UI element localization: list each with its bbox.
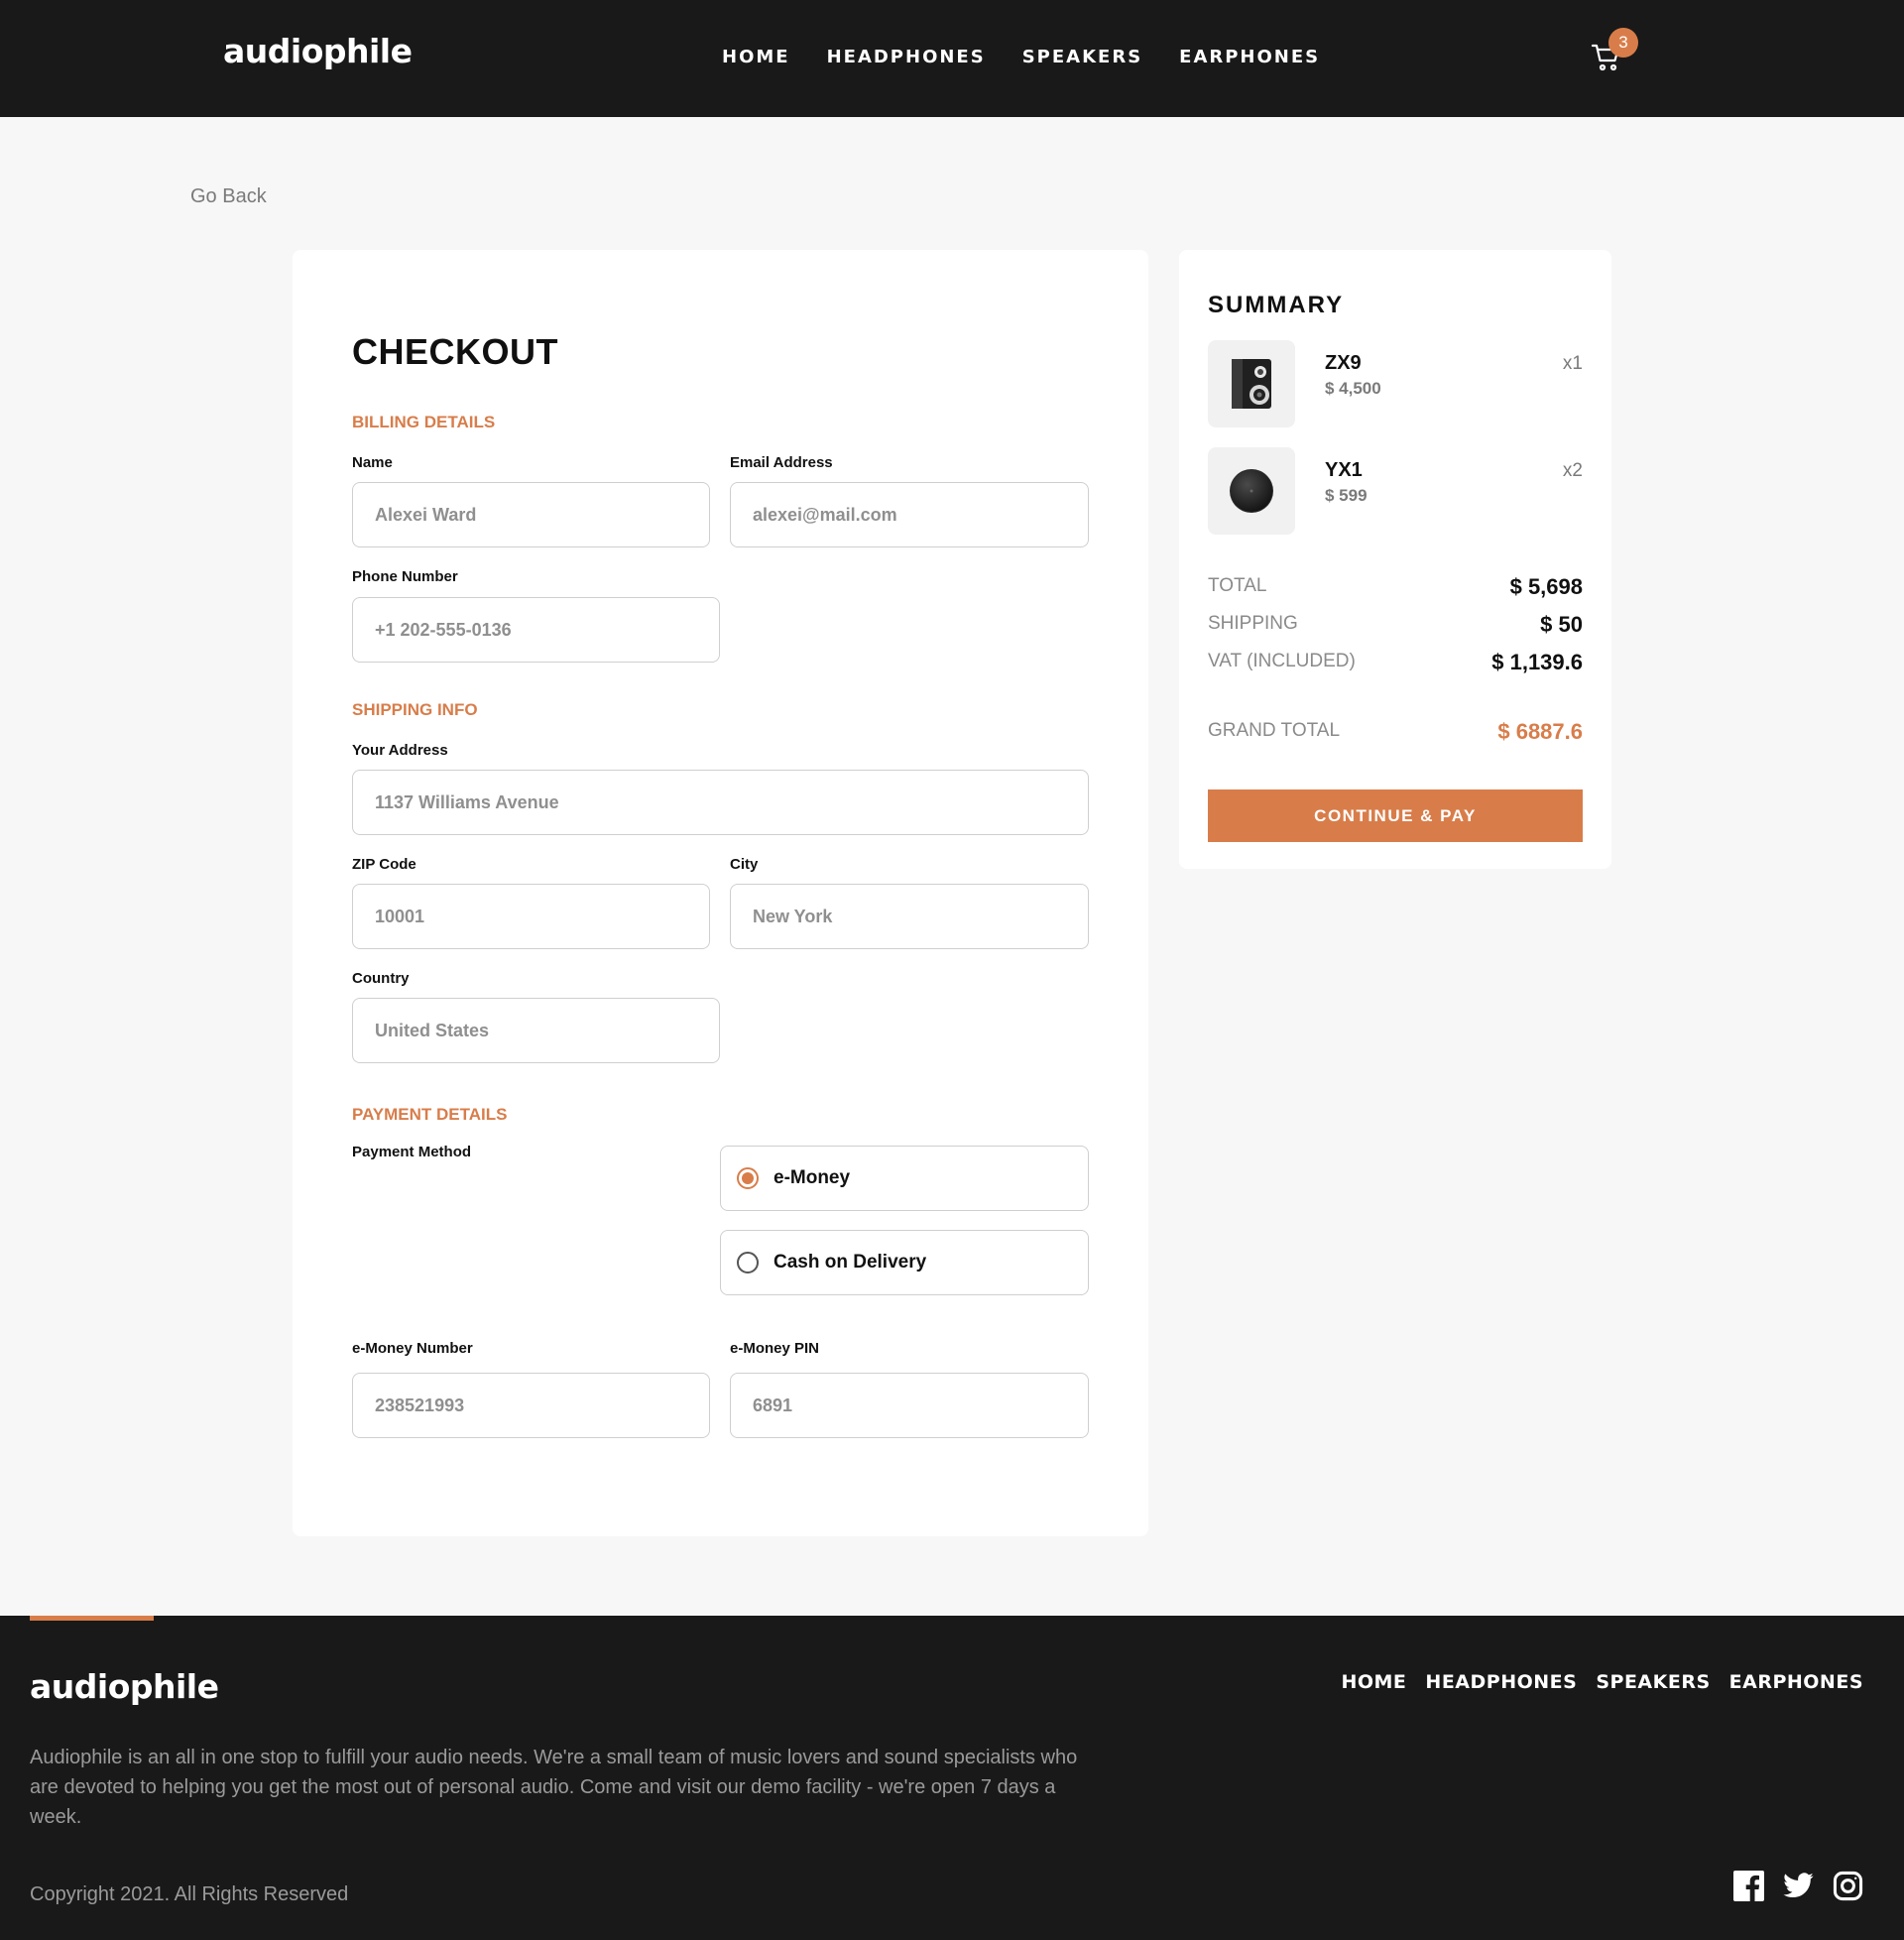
checkout-form: CHECKOUT BILLING DETAILS Name Email Addr…: [293, 250, 1148, 1536]
city-label: City: [730, 856, 759, 873]
zip-label: ZIP Code: [352, 856, 416, 873]
emoney-radio-option[interactable]: e-Money: [720, 1146, 1089, 1211]
nav-headphones[interactable]: HEADPHONES: [827, 47, 986, 67]
phone-input[interactable]: [352, 597, 720, 663]
footer-description: Audiophile is an all in one stop to fulf…: [30, 1747, 1078, 1828]
radio-unselected-icon[interactable]: [737, 1252, 759, 1273]
country-label: Country: [352, 970, 410, 987]
site-header: audiophile HOME HEADPHONES SPEAKERS EARP…: [0, 0, 1904, 117]
nav-speakers[interactable]: SPEAKERS: [1022, 47, 1142, 67]
go-back-link[interactable]: Go Back: [190, 185, 267, 208]
twitter-icon[interactable]: [1782, 1870, 1815, 1902]
summary-item-name: YX1: [1325, 459, 1363, 481]
order-summary: SUMMARY ZX9 $ 4,500 x1 YX1 $ 599 x2 TOTA…: [1179, 250, 1611, 869]
email-input[interactable]: [730, 482, 1089, 547]
grand-total-value: $ 6887.6: [1497, 719, 1583, 744]
vat-value: $ 1,139.6: [1491, 650, 1583, 674]
email-label: Email Address: [730, 454, 833, 471]
emoney-number-label: e-Money Number: [352, 1340, 473, 1357]
footer-nav: HOME HEADPHONES SPEAKERS EARPHONES: [1341, 1671, 1863, 1693]
summary-title: SUMMARY: [1208, 292, 1345, 318]
phone-label: Phone Number: [352, 568, 458, 585]
nav-home[interactable]: HOME: [722, 47, 790, 67]
cod-option-label: Cash on Delivery: [774, 1252, 927, 1273]
social-links: [1732, 1870, 1864, 1902]
total-value: $ 5,698: [1509, 574, 1583, 599]
checkout-title: CHECKOUT: [352, 331, 558, 372]
radio-selected-icon[interactable]: [737, 1167, 759, 1189]
cod-radio-option[interactable]: Cash on Delivery: [720, 1230, 1089, 1295]
total-label: TOTAL: [1208, 575, 1267, 596]
shipping-cost-label: SHIPPING: [1208, 613, 1298, 634]
site-footer: audiophile HOME HEADPHONES SPEAKERS EARP…: [0, 1616, 1904, 1940]
speaker-icon: [1208, 340, 1295, 427]
main-nav: HOME HEADPHONES SPEAKERS EARPHONES: [722, 47, 1357, 67]
facebook-icon[interactable]: [1732, 1870, 1765, 1902]
name-input[interactable]: [352, 482, 710, 547]
shipping-cost-value: $ 50: [1540, 612, 1583, 637]
address-label: Your Address: [352, 742, 448, 759]
address-input[interactable]: [352, 770, 1089, 835]
footer-logo[interactable]: audiophile: [30, 1667, 219, 1706]
earphone-icon: [1208, 447, 1295, 535]
payment-method-label: Payment Method: [352, 1144, 472, 1160]
name-label: Name: [352, 454, 393, 471]
summary-item-price: $ 4,500: [1325, 379, 1381, 398]
summary-item-qty: x2: [1562, 460, 1583, 481]
summary-item-price: $ 599: [1325, 486, 1368, 505]
copyright-text: Copyright 2021. All Rights Reserved: [30, 1883, 349, 1905]
emoney-pin-label: e-Money PIN: [730, 1340, 820, 1357]
nav-earphones[interactable]: EARPHONES: [1179, 47, 1320, 67]
emoney-option-label: e-Money: [774, 1167, 851, 1188]
shipping-section-title: SHIPPING INFO: [352, 700, 478, 719]
vat-label: VAT (INCLUDED): [1208, 651, 1356, 671]
instagram-icon[interactable]: [1832, 1870, 1864, 1902]
footer-nav-headphones[interactable]: HEADPHONES: [1425, 1671, 1577, 1693]
billing-section-title: BILLING DETAILS: [352, 413, 496, 431]
site-logo[interactable]: audiophile: [223, 32, 413, 70]
cart-count-badge: 3: [1608, 28, 1638, 58]
continue-and-pay-button[interactable]: CONTINUE & PAY: [1208, 789, 1583, 842]
summary-item-qty: x1: [1562, 353, 1583, 374]
summary-item-name: ZX9: [1325, 352, 1362, 374]
city-input[interactable]: [730, 884, 1089, 949]
country-input[interactable]: [352, 998, 720, 1063]
emoney-pin-input[interactable]: [730, 1373, 1089, 1438]
footer-nav-earphones[interactable]: EARPHONES: [1729, 1671, 1863, 1693]
payment-section-title: PAYMENT DETAILS: [352, 1105, 508, 1124]
footer-nav-speakers[interactable]: SPEAKERS: [1596, 1671, 1710, 1693]
zip-input[interactable]: [352, 884, 710, 949]
footer-accent-bar: [30, 1616, 154, 1621]
emoney-number-input[interactable]: [352, 1373, 710, 1438]
footer-nav-home[interactable]: HOME: [1341, 1671, 1406, 1693]
grand-total-label: GRAND TOTAL: [1208, 720, 1341, 741]
